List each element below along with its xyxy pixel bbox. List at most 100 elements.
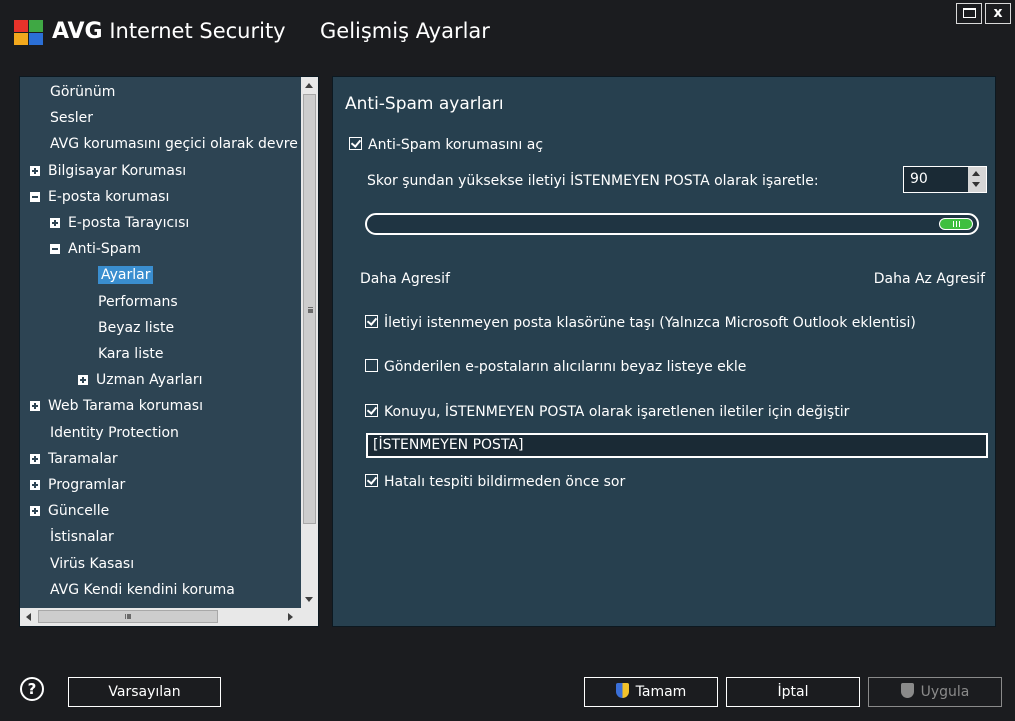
settings-tree: Görünüm Sesler AVG korumasını geçici olara… xyxy=(20,77,301,608)
expand-icon[interactable] xyxy=(30,453,40,464)
stepper-buttons[interactable] xyxy=(968,167,986,192)
checkbox-unchecked-icon[interactable] xyxy=(365,359,378,372)
scroll-left-icon[interactable] xyxy=(26,613,31,621)
tree-item-label: AVG korumasını geçici olarak devre dışı … xyxy=(50,136,301,153)
apply-button[interactable]: Uygula xyxy=(868,677,1002,707)
tree-item[interactable]: Virüs Kasası xyxy=(50,552,134,576)
shield-icon xyxy=(900,683,914,698)
tree-item-label: Güncelle xyxy=(48,503,110,520)
ok-button[interactable]: Tamam xyxy=(584,677,718,707)
tree-item-label: Kara liste xyxy=(98,346,164,362)
modify-subject-checkbox[interactable]: Konuyu, İSTENMEYEN POSTA olarak işaretle… xyxy=(365,403,849,421)
defaults-button[interactable]: Varsayılan xyxy=(68,677,221,707)
tree-item[interactable]: Görünüm xyxy=(50,80,115,104)
close-button[interactable]: x xyxy=(985,3,1011,24)
help-icon[interactable]: ? xyxy=(20,677,44,701)
slider-right-label: Daha Az Agresif xyxy=(873,271,985,287)
collapse-icon[interactable] xyxy=(30,191,40,202)
ask-before-report-checkbox[interactable]: Hatalı tespiti bildirmeden önce sor xyxy=(365,473,625,491)
scroll-thumb[interactable] xyxy=(303,94,316,524)
scroll-up-icon[interactable] xyxy=(305,83,313,88)
whitelist-recipients-checkbox[interactable]: Gönderilen e-postaların alıcılarını beya… xyxy=(365,358,746,376)
score-threshold-value[interactable]: 90 xyxy=(910,171,928,187)
tree-item-label: E-posta koruması xyxy=(48,188,170,205)
window-title: Gelişmiş Ayarlar xyxy=(320,19,490,43)
collapse-icon[interactable] xyxy=(50,244,60,255)
checkbox-checked-icon[interactable] xyxy=(365,315,378,328)
maximize-button[interactable] xyxy=(956,3,982,24)
tree-item[interactable]: Ayarlar xyxy=(98,263,154,287)
hscroll-thumb[interactable] xyxy=(38,610,218,623)
tree-item-label: Performans xyxy=(98,293,178,310)
move-to-junk-checkbox[interactable]: İletiyi istenmeyen posta klasörüne taşı … xyxy=(365,314,916,332)
tree-item-label: Web Tarama koruması xyxy=(48,398,203,415)
tree-item[interactable]: Identity Protection xyxy=(50,421,179,445)
tree-item-label: AVG Kendi kendini koruma xyxy=(50,581,235,598)
tree-item[interactable]: Anti-Spam xyxy=(50,237,141,261)
tree-item-label: Sesler xyxy=(50,110,94,127)
expand-icon[interactable] xyxy=(30,506,40,517)
tree-item[interactable]: Kara liste xyxy=(98,342,163,366)
tree-item[interactable]: Performans xyxy=(98,290,178,314)
subject-tag-input[interactable]: [İSTENMEYEN POSTA] xyxy=(366,433,988,458)
tree-item[interactable]: Uzman Ayarları xyxy=(78,368,203,392)
checkbox-checked-icon[interactable] xyxy=(365,404,378,417)
tree-item[interactable]: Güncelle xyxy=(30,499,109,523)
slider-handle[interactable] xyxy=(939,218,973,230)
tree-item-label: Görünüm xyxy=(50,84,116,100)
app-name: AVG Internet Security xyxy=(52,16,286,47)
ok-label: Tamam xyxy=(635,684,687,700)
expand-icon[interactable] xyxy=(30,480,40,490)
tree-item[interactable]: Beyaz liste xyxy=(98,316,174,340)
tree-item[interactable]: Bilgisayar Koruması xyxy=(30,159,186,183)
score-threshold-label: Skor şundan yüksekse iletiyi İSTENMEYEN … xyxy=(367,173,819,189)
shield-icon xyxy=(615,683,629,698)
tree-item-label: Identity Protection xyxy=(50,424,179,441)
score-threshold-stepper[interactable]: 90 xyxy=(903,166,987,193)
expand-icon[interactable] xyxy=(30,165,40,176)
expand-icon[interactable] xyxy=(50,218,60,228)
checkbox-checked-icon[interactable] xyxy=(365,474,378,487)
cancel-button[interactable]: İptal xyxy=(726,677,860,707)
antispam-settings-panel: Anti-Spam ayarları Anti-Spam korumasını … xyxy=(332,76,996,627)
tree-item-label: Ayarlar xyxy=(98,266,154,285)
tree-item-label: Beyaz liste xyxy=(98,319,175,336)
scroll-right-icon[interactable] xyxy=(288,613,293,621)
checkbox-checked-icon[interactable] xyxy=(349,137,362,150)
settings-tree-panel: Görünüm Sesler AVG korumasını geçici olara… xyxy=(19,76,319,627)
product-name: Internet Security xyxy=(109,19,286,43)
brand-name: AVG xyxy=(52,19,103,44)
tree-item[interactable]: Taramalar xyxy=(30,447,118,471)
tree-item[interactable]: E-posta koruması xyxy=(30,185,169,209)
ask-before-report-label: Hatalı tespiti bildirmeden önce sor xyxy=(384,474,626,490)
expand-icon[interactable] xyxy=(78,375,88,386)
stepper-up-icon[interactable] xyxy=(972,171,980,176)
grip-icon xyxy=(953,221,954,227)
tree-item-label: Anti-Spam xyxy=(68,241,141,258)
apply-label: Uygula xyxy=(920,684,970,700)
slider-left-label: Daha Agresif xyxy=(360,271,450,287)
tree-vertical-scrollbar[interactable] xyxy=(301,77,318,608)
tree-item[interactable]: AVG Kendi kendini koruma xyxy=(50,578,235,602)
tree-item-label: Taramalar xyxy=(48,450,118,467)
tree-item[interactable]: Sesler xyxy=(50,106,93,130)
grip-icon xyxy=(125,614,128,619)
tree-horizontal-scrollbar[interactable] xyxy=(20,608,301,626)
tree-item[interactable]: İstisnalar xyxy=(50,525,114,549)
tree-item[interactable]: Programlar xyxy=(30,473,125,497)
expand-icon[interactable] xyxy=(30,401,40,412)
tree-item[interactable]: Web Tarama koruması xyxy=(30,394,203,418)
scroll-down-icon[interactable] xyxy=(305,597,313,602)
tree-item-label: İstisnalar xyxy=(50,529,114,546)
stepper-down-icon[interactable] xyxy=(972,182,980,187)
tree-item[interactable]: AVG korumasını geçici olarak devre dışı … xyxy=(50,132,301,156)
tree-item[interactable]: E-posta Tarayıcısı xyxy=(50,211,189,235)
enable-antispam-checkbox[interactable]: Anti-Spam korumasını aç xyxy=(349,136,543,154)
move-to-junk-label: İletiyi istenmeyen posta klasörüne taşı … xyxy=(384,315,916,331)
whitelist-recipients-label: Gönderilen e-postaların alıcılarını beya… xyxy=(384,359,747,375)
tree-item-label: Virüs Kasası xyxy=(50,555,135,572)
aggressiveness-slider[interactable] xyxy=(365,213,979,235)
scroll-corner xyxy=(301,608,318,626)
modify-subject-label: Konuyu, İSTENMEYEN POSTA olarak işaretle… xyxy=(384,404,850,420)
title-bar: AVG Internet Security Gelişmiş Ayarlar x xyxy=(0,0,1015,66)
